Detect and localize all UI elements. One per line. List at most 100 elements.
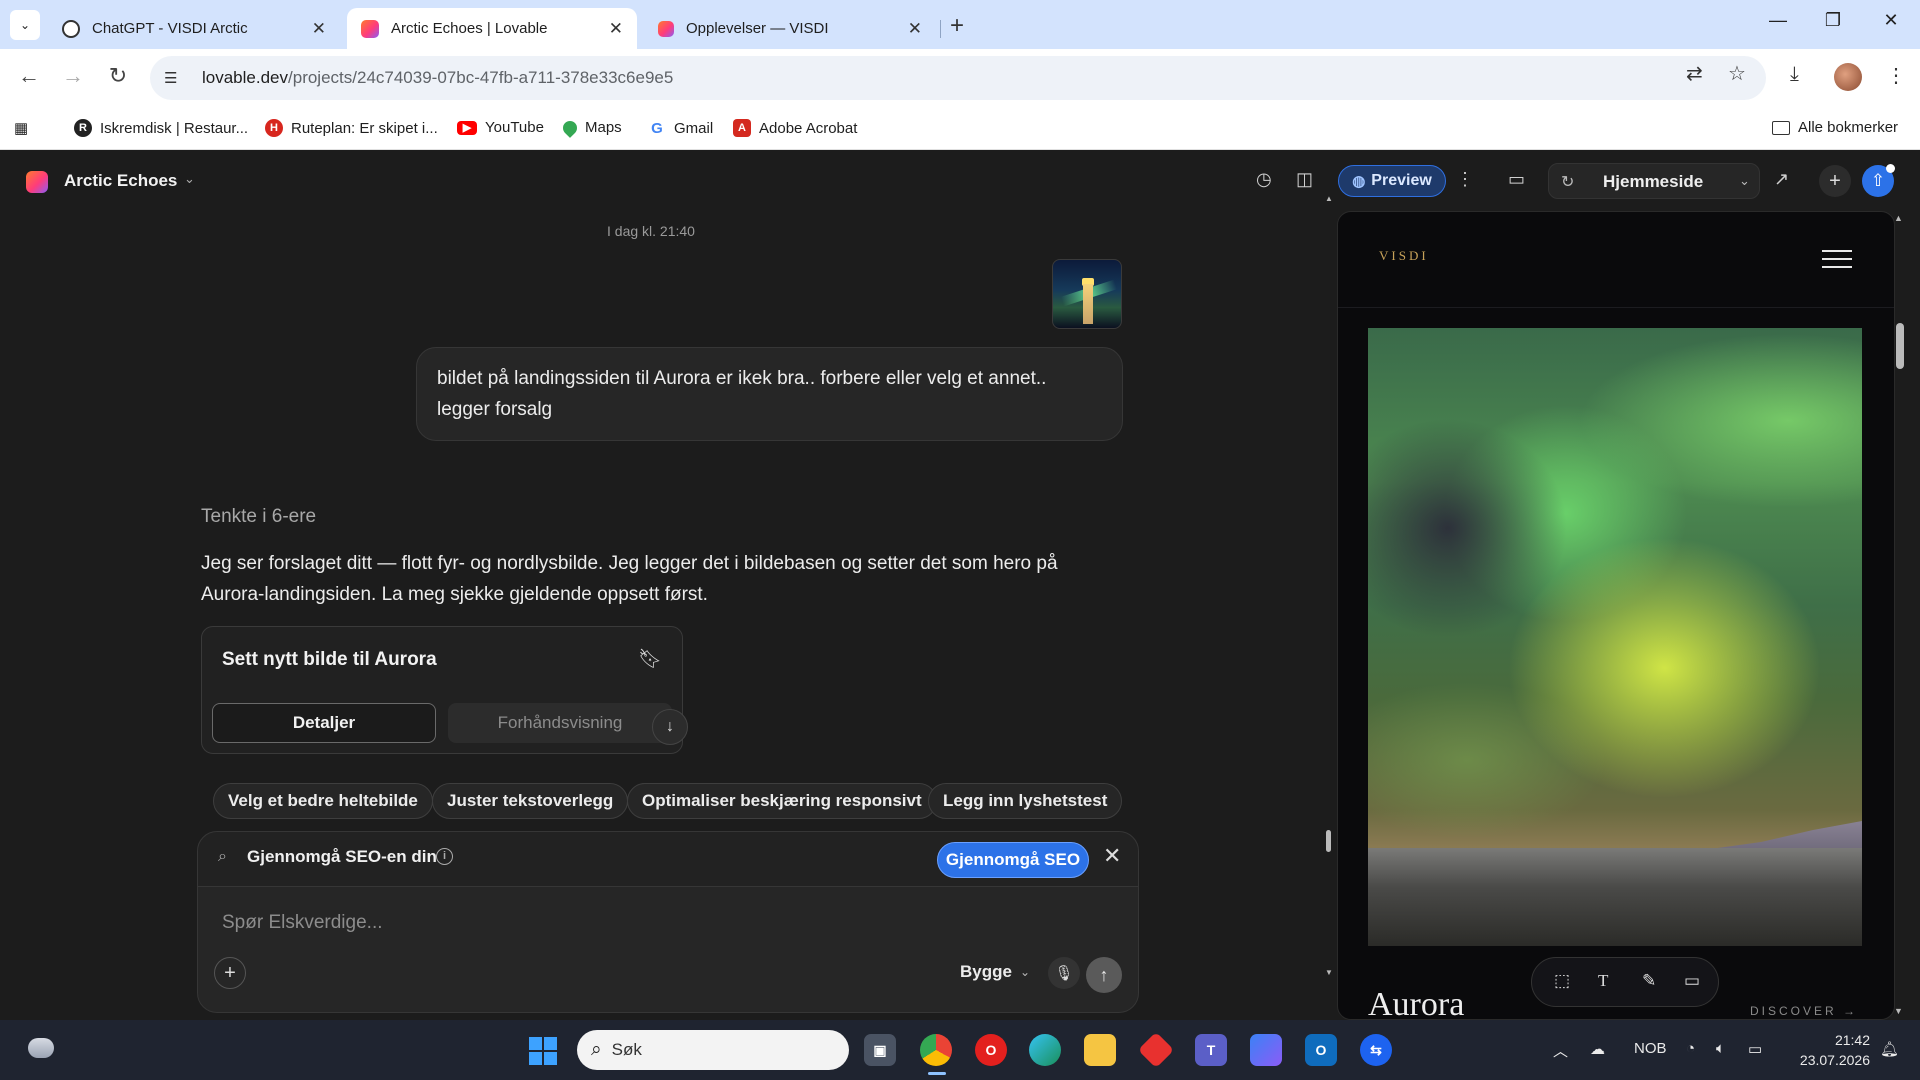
download-icon[interactable]: ⤓ — [1790, 63, 1799, 86]
hamburger-menu-icon[interactable] — [1822, 250, 1852, 274]
scroll-down-icon[interactable]: ▼ — [1325, 968, 1333, 977]
bookmark-icon[interactable]: 🔖︎ — [638, 647, 662, 671]
volume-icon[interactable]: 🔈︎ — [1716, 1040, 1725, 1057]
discover-link[interactable]: DISCOVER → — [1750, 1004, 1858, 1018]
address-bar[interactable]: ☰ lovable.dev/projects/24c74039-07bc-47f… — [150, 56, 1766, 100]
history-icon[interactable]: ◷ — [1256, 169, 1272, 190]
tray-expand-icon[interactable]: ︿ — [1553, 1040, 1568, 1061]
tab-details[interactable]: Detaljer — [212, 703, 436, 743]
add-button[interactable]: + — [1819, 165, 1851, 197]
taskbar-search[interactable]: ⌕ Søk — [577, 1030, 849, 1070]
teamviewer-icon[interactable]: ⇆ — [1360, 1034, 1392, 1066]
bookmark-acrobat[interactable]: A Adobe Acrobat — [733, 119, 857, 137]
language-indicator[interactable]: NOB — [1634, 1040, 1667, 1057]
chevron-down-icon[interactable]: ⌄ — [1020, 965, 1030, 979]
microphone-icon[interactable]: 🎙︎ — [1048, 957, 1080, 989]
file-explorer-icon[interactable] — [1084, 1034, 1116, 1066]
bookmark-iskremdisk[interactable]: R Iskremdisk | Restaur... — [74, 119, 248, 137]
preview-scrollbar[interactable]: ▲ ▼ — [1894, 211, 1906, 1020]
close-icon[interactable]: ✕ — [312, 19, 326, 39]
new-tab-button[interactable]: + — [950, 12, 964, 40]
star-icon[interactable]: ☆ — [1728, 61, 1746, 86]
windows-start-icon[interactable] — [529, 1037, 557, 1065]
back-button[interactable]: ← — [14, 63, 44, 89]
hurtigruten-icon: H — [265, 119, 283, 137]
chat-scrollbar[interactable]: ▲ ▼ — [1325, 194, 1333, 984]
bookmark-ruteplan[interactable]: H Ruteplan: Er skipet i... — [265, 119, 438, 137]
chevron-down-icon: ⌄ — [1739, 173, 1750, 188]
visdi-logo[interactable]: VISDI — [1379, 248, 1429, 264]
opera-icon[interactable]: O — [975, 1034, 1007, 1066]
pencil-icon[interactable]: ✎ — [1642, 971, 1656, 991]
suggestion-chip[interactable]: Legg inn lyshetstest — [928, 783, 1123, 819]
info-icon[interactable]: i — [436, 848, 453, 865]
clock[interactable]: 21:42 23.07.2026 — [1794, 1030, 1870, 1070]
attached-image-lighthouse[interactable] — [1052, 259, 1122, 329]
avatar[interactable] — [1834, 63, 1862, 91]
anydesk-icon[interactable] — [1137, 1031, 1175, 1069]
bookmark-maps[interactable]: Maps — [560, 117, 622, 138]
edge-icon[interactable] — [1029, 1034, 1061, 1066]
tab-lovable[interactable]: Arctic Echoes | Lovable ✕ — [347, 8, 637, 49]
battery-icon[interactable]: ▭ — [1748, 1040, 1762, 1058]
tab-search-button[interactable]: ⌄ — [10, 10, 40, 40]
menu-dots-icon[interactable]: ⋮ — [1886, 63, 1906, 88]
reload-button[interactable]: ↻ — [103, 63, 133, 89]
wifi-icon[interactable]: ◔ — [1686, 1040, 1695, 1057]
hero-image-aurora — [1368, 328, 1862, 946]
suggestion-chip[interactable]: Velg et bedre heltebilde — [213, 783, 433, 819]
lovable-app: Arctic Echoes ⌄ ◷ ◫ ◍ Preview ⋮ ▭ ↻ Hjem… — [0, 151, 1920, 1020]
preview-button[interactable]: ◍ Preview — [1338, 165, 1446, 197]
scroll-up-icon[interactable]: ▲ — [1894, 213, 1903, 223]
attach-button[interactable]: + — [214, 957, 246, 989]
tab-preview[interactable]: Forhåndsvisning — [448, 703, 672, 743]
scroll-up-icon[interactable]: ▲ — [1325, 194, 1333, 203]
forward-button[interactable]: → — [58, 63, 88, 89]
all-bookmarks[interactable]: Alle bokmerker — [1772, 119, 1898, 136]
suggestion-chip[interactable]: Optimaliser beskjæring responsivt — [627, 783, 937, 819]
translate-icon[interactable]: ⇄ — [1686, 61, 1703, 86]
scrollbar-thumb[interactable] — [1326, 830, 1331, 852]
close-icon[interactable]: ✕ — [609, 19, 623, 39]
text-icon[interactable]: T — [1598, 971, 1608, 991]
bookmark-youtube[interactable]: ▶ YouTube — [457, 119, 544, 136]
notification-icon[interactable]: 🔔︎ — [1880, 1040, 1899, 1058]
site-info-icon[interactable]: ☰ — [164, 69, 186, 87]
review-seo-button[interactable]: Gjennomgå SEO — [937, 842, 1089, 878]
teams-icon[interactable]: T — [1195, 1034, 1227, 1066]
tab-chatgpt[interactable]: ChatGPT - VISDI Arctic ✕ — [48, 8, 340, 49]
scroll-down-button[interactable]: ↓ — [652, 709, 688, 745]
outlook-icon[interactable]: O — [1305, 1034, 1337, 1066]
apps-grid-icon[interactable]: ▦ — [14, 119, 28, 137]
suggestion-chip[interactable]: Juster tekstoverlegg — [432, 783, 629, 819]
copilot-icon[interactable] — [1250, 1034, 1282, 1066]
open-external-icon[interactable]: ↗ — [1774, 169, 1789, 190]
chrome-icon[interactable] — [920, 1034, 952, 1066]
weather-icon[interactable] — [28, 1038, 54, 1058]
restore-button[interactable]: ❐ — [1808, 10, 1858, 31]
close-icon[interactable]: ✕ — [1103, 843, 1121, 869]
cloud-offline-icon[interactable]: ☁ — [1590, 1040, 1605, 1058]
mode-selector[interactable]: Bygge — [960, 962, 1012, 982]
scroll-down-icon[interactable]: ▼ — [1894, 1006, 1903, 1016]
route-selector[interactable]: ↻ Hjemmeside ⌄ — [1548, 163, 1760, 199]
tab-opplevelser[interactable]: Opplevelser — VISDI ✕ — [644, 8, 936, 49]
task-view-icon[interactable]: ▣ — [864, 1034, 896, 1066]
refresh-icon[interactable]: ↻ — [1561, 172, 1574, 192]
comment-icon[interactable]: ▭ — [1684, 971, 1700, 991]
close-icon[interactable]: ✕ — [908, 19, 922, 39]
select-icon[interactable]: ⬚ — [1554, 971, 1570, 991]
sidebar-toggle-icon[interactable]: ◫ — [1296, 169, 1313, 190]
chevron-down-icon[interactable]: ⌄ — [184, 171, 195, 187]
prompt-input[interactable]: Spør Elskverdige... — [222, 912, 383, 934]
scrollbar-thumb[interactable] — [1896, 323, 1904, 369]
desktop-view-icon[interactable]: ▭ — [1508, 169, 1525, 190]
bookmark-gmail[interactable]: G Gmail — [648, 119, 713, 137]
lovable-logo-icon[interactable] — [26, 171, 48, 193]
more-options-icon[interactable]: ⋮ — [1456, 169, 1474, 190]
minimize-button[interactable]: — — [1753, 10, 1803, 31]
close-window-button[interactable]: ✕ — [1866, 10, 1916, 31]
send-button[interactable]: ↑ — [1086, 957, 1122, 993]
thinking-label[interactable]: Tenkte i 6-ere — [201, 506, 316, 528]
project-name[interactable]: Arctic Echoes — [64, 171, 177, 191]
